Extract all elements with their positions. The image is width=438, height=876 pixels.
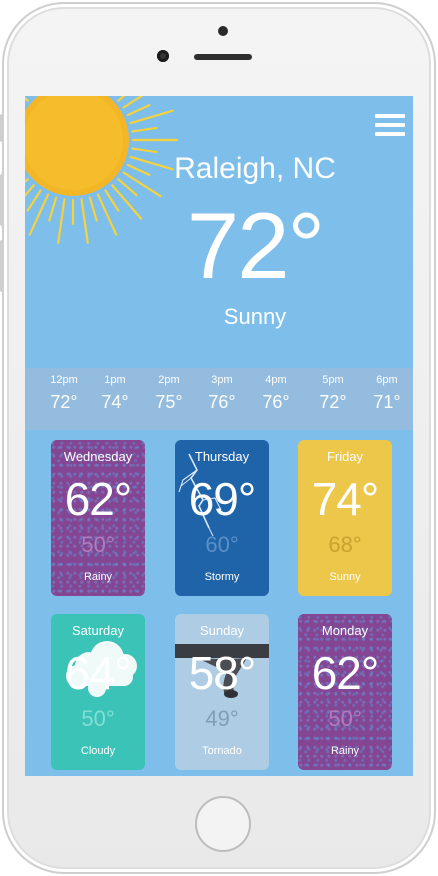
day-name: Wednesday	[63, 449, 133, 464]
hour-item: 12pm 72°	[39, 374, 89, 413]
hourly-forecast: 12pm 72° 1pm 74° 2pm 75° 3pm 76° 4pm 76°…	[25, 368, 413, 430]
hour-temp: 75°	[155, 392, 183, 412]
day-low: 50°	[81, 706, 115, 731]
day-condition: Tornado	[202, 745, 242, 757]
current-condition: Sunny	[223, 304, 287, 329]
hour-time: 1pm	[104, 374, 126, 386]
hour-item: 5pm 72°	[308, 374, 358, 413]
day-card-friday[interactable]: Friday 74° 68° Sunny	[298, 440, 392, 596]
hour-temp: 71°	[373, 392, 401, 412]
day-low: 50°	[328, 706, 362, 731]
day-condition: Sunny	[329, 571, 361, 583]
day-high: 69°	[188, 473, 257, 525]
day-condition: Rainy	[330, 745, 360, 757]
hour-time: 12pm	[50, 374, 78, 386]
day-card-sunday[interactable]: Sunday 58° 49° Tornado	[175, 614, 269, 770]
earpiece-speaker	[194, 54, 252, 60]
hour-temp: 76°	[262, 392, 290, 412]
day-name: Saturday	[71, 623, 125, 638]
hour-time: 2pm	[158, 374, 180, 386]
hour-temp: 74°	[101, 392, 129, 412]
hamburger-menu-icon[interactable]	[375, 114, 405, 138]
hour-time: 3pm	[211, 374, 233, 386]
front-camera	[157, 50, 169, 62]
day-high: 58°	[188, 647, 257, 699]
day-condition: Stormy	[204, 571, 240, 583]
hour-item: 6pm 71°	[362, 374, 412, 413]
day-card-monday[interactable]: Monday 62° 50° Rainy	[298, 614, 392, 770]
volume-up-button	[0, 174, 4, 226]
volume-down-button	[0, 240, 4, 292]
hour-time: 4pm	[265, 374, 287, 386]
hour-item: 2pm 75°	[144, 374, 194, 413]
day-card-thursday[interactable]: Thursday 69° 60° Stormy	[175, 440, 269, 596]
hour-item: 3pm 76°	[197, 374, 247, 413]
day-name: Monday	[321, 623, 369, 638]
day-low: 68°	[328, 532, 362, 557]
mute-switch	[0, 114, 4, 142]
day-high: 74°	[311, 473, 380, 525]
day-high: 62°	[64, 473, 133, 525]
hour-item: 4pm 76°	[251, 374, 301, 413]
day-low: 49°	[205, 706, 239, 731]
hour-temp: 72°	[319, 392, 347, 412]
day-name: Thursday	[194, 449, 250, 464]
current-temperature: 72°	[186, 193, 325, 298]
home-button[interactable]	[195, 796, 251, 852]
day-low: 60°	[205, 532, 239, 557]
day-card-wednesday[interactable]: Wednesday 62° 50° Rainy	[51, 440, 145, 596]
day-high: 62°	[311, 647, 380, 699]
hour-time: 5pm	[322, 374, 344, 386]
location-title: Raleigh, NC	[174, 152, 336, 185]
proximity-sensor	[218, 26, 228, 36]
weather-screen: Raleigh, NC 72° Sunny 12pm 72° 1pm 74° 2…	[25, 96, 413, 776]
hour-temp: 72°	[50, 392, 78, 412]
day-high: 64°	[64, 647, 133, 699]
day-card-saturday[interactable]: Saturday 64° 50° Cloudy	[51, 614, 145, 770]
day-condition: Rainy	[83, 571, 113, 583]
hour-item: 1pm 74°	[90, 374, 140, 413]
day-name: Friday	[326, 449, 364, 464]
day-name: Sunday	[199, 623, 245, 638]
hour-time: 6pm	[376, 374, 398, 386]
hour-temp: 76°	[208, 392, 236, 412]
day-low: 50°	[81, 532, 115, 557]
day-condition: Cloudy	[80, 745, 116, 757]
